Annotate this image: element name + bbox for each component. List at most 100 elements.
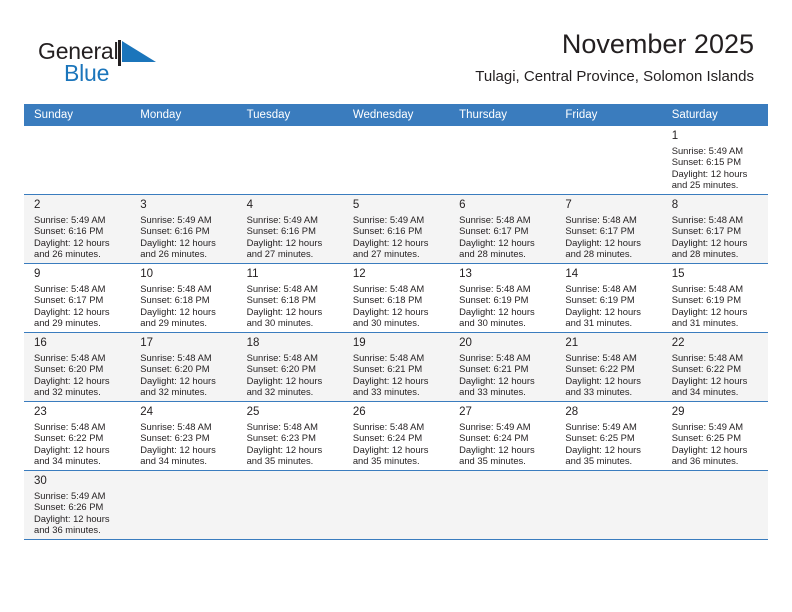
day-cell[interactable]: 12 Sunrise: 5:48 AM Sunset: 6:18 PM Dayli… [342, 263, 450, 333]
day-details: Sunrise: 5:48 AM Sunset: 6:18 PM Dayligh… [246, 283, 323, 329]
day-details: Sunrise: 5:48 AM Sunset: 6:22 PM Dayligh… [34, 421, 110, 467]
day-details: Sunrise: 5:48 AM Sunset: 6:19 PM Dayligh… [565, 283, 641, 329]
day-cell[interactable] [236, 126, 343, 195]
day-details: Sunrise: 5:48 AM Sunset: 6:17 PM Dayligh… [671, 214, 748, 260]
day-details: Sunrise: 5:49 AM Sunset: 6:24 PM Dayligh… [459, 421, 535, 467]
day-cell[interactable]: 25 Sunrise: 5:48 AM Sunset: 6:23 PM Dayli… [236, 401, 343, 471]
day-number [449, 471, 555, 476]
weekday-header-friday: Friday [555, 104, 662, 126]
day-number: 11 [246, 268, 259, 280]
calendar-week-row: 2 Sunrise: 5:49 AM Sunset: 6:16 PM Daylig… [24, 194, 768, 264]
day-cell[interactable]: 27 Sunrise: 5:49 AM Sunset: 6:24 PM Dayli… [449, 401, 556, 471]
day-cell[interactable] [342, 126, 450, 195]
day-number: 6 [459, 199, 466, 211]
day-cell[interactable] [555, 470, 662, 540]
day-cell[interactable] [449, 126, 556, 195]
day-cell[interactable]: 8 Sunrise: 5:48 AM Sunset: 6:17 PM Daylig… [661, 194, 768, 264]
day-details: Sunrise: 5:48 AM Sunset: 6:18 PM Dayligh… [352, 283, 429, 329]
day-cell[interactable]: 23 Sunrise: 5:48 AM Sunset: 6:22 PM Dayli… [24, 401, 131, 471]
day-number [449, 126, 555, 131]
weekday-header-thursday: Thursday [449, 104, 556, 126]
day-cell[interactable]: 15 Sunrise: 5:48 AM Sunset: 6:19 PM Dayli… [661, 263, 768, 333]
day-cell[interactable] [130, 126, 237, 195]
day-cell[interactable]: 2 Sunrise: 5:49 AM Sunset: 6:16 PM Daylig… [24, 194, 131, 264]
general-blue-logo[interactable]: General Blue [38, 38, 168, 90]
day-details: Sunrise: 5:48 AM Sunset: 6:23 PM Dayligh… [246, 421, 323, 467]
day-number: 7 [565, 199, 572, 211]
day-details: Sunrise: 5:48 AM Sunset: 6:19 PM Dayligh… [459, 283, 535, 329]
day-cell[interactable]: 9 Sunrise: 5:48 AM Sunset: 6:17 PM Daylig… [24, 263, 131, 333]
day-number: 18 [246, 337, 260, 349]
day-cell[interactable]: 24 Sunrise: 5:48 AM Sunset: 6:23 PM Dayli… [130, 401, 237, 471]
day-cell[interactable]: 13 Sunrise: 5:48 AM Sunset: 6:19 PM Dayli… [449, 263, 556, 333]
day-cell[interactable]: 10 Sunrise: 5:48 AM Sunset: 6:18 PM Dayli… [130, 263, 237, 333]
weekday-header-sunday: Sunday [24, 104, 131, 126]
day-cell[interactable]: 29 Sunrise: 5:49 AM Sunset: 6:25 PM Dayli… [661, 401, 768, 471]
day-details: Sunrise: 5:49 AM Sunset: 6:16 PM Dayligh… [352, 214, 429, 260]
day-cell[interactable] [24, 126, 131, 195]
calendar-week-row: 9 Sunrise: 5:48 AM Sunset: 6:17 PM Daylig… [24, 263, 768, 333]
day-cell[interactable]: 5 Sunrise: 5:49 AM Sunset: 6:16 PM Daylig… [342, 194, 450, 264]
day-cell[interactable]: 6 Sunrise: 5:48 AM Sunset: 6:17 PM Daylig… [449, 194, 556, 264]
day-number [237, 471, 343, 476]
day-cell[interactable]: 14 Sunrise: 5:48 AM Sunset: 6:19 PM Dayli… [555, 263, 662, 333]
day-cell[interactable]: 11 Sunrise: 5:48 AM Sunset: 6:18 PM Dayli… [236, 263, 343, 333]
logo-text-blue: Blue [64, 60, 110, 86]
day-details: Sunrise: 5:48 AM Sunset: 6:24 PM Dayligh… [352, 421, 429, 467]
day-number [555, 126, 661, 131]
day-number: 17 [140, 337, 154, 349]
calendar-table: Sunday Monday Tuesday Wednesday Thursday… [24, 104, 768, 540]
day-cell[interactable]: 1 Sunrise: 5:49 AM Sunset: 6:15 PM Daylig… [661, 126, 768, 195]
day-cell[interactable]: 19 Sunrise: 5:48 AM Sunset: 6:21 PM Dayli… [342, 332, 450, 402]
day-cell[interactable] [555, 126, 662, 195]
day-number [343, 126, 449, 131]
day-number: 14 [565, 268, 579, 280]
day-cell[interactable]: 18 Sunrise: 5:48 AM Sunset: 6:20 PM Dayli… [236, 332, 343, 402]
day-details: Sunrise: 5:49 AM Sunset: 6:16 PM Dayligh… [140, 214, 216, 260]
day-number: 16 [34, 337, 47, 349]
day-details: Sunrise: 5:48 AM Sunset: 6:21 PM Dayligh… [459, 352, 535, 398]
day-details: Sunrise: 5:48 AM Sunset: 6:20 PM Dayligh… [246, 352, 323, 398]
day-details: Sunrise: 5:49 AM Sunset: 6:16 PM Dayligh… [246, 214, 323, 260]
day-cell[interactable]: 3 Sunrise: 5:49 AM Sunset: 6:16 PM Daylig… [130, 194, 237, 264]
calendar-body: 1 Sunrise: 5:49 AM Sunset: 6:15 PM Daylig… [24, 126, 768, 540]
day-cell[interactable]: 22 Sunrise: 5:48 AM Sunset: 6:22 PM Dayli… [661, 332, 768, 402]
day-details: Sunrise: 5:48 AM Sunset: 6:17 PM Dayligh… [459, 214, 535, 260]
day-number: 22 [671, 337, 685, 349]
day-details: Sunrise: 5:48 AM Sunset: 6:22 PM Dayligh… [671, 352, 748, 398]
day-number: 30 [34, 475, 47, 487]
day-cell[interactable] [342, 470, 450, 540]
day-number: 10 [140, 268, 154, 280]
day-cell[interactable]: 4 Sunrise: 5:49 AM Sunset: 6:16 PM Daylig… [236, 194, 343, 264]
day-cell[interactable]: 30 Sunrise: 5:49 AM Sunset: 6:26 PM Dayli… [24, 470, 131, 540]
day-details: Sunrise: 5:49 AM Sunset: 6:25 PM Dayligh… [671, 421, 748, 467]
page-title: November 2025 [561, 29, 754, 59]
day-number: 3 [140, 199, 147, 211]
day-cell[interactable]: 28 Sunrise: 5:49 AM Sunset: 6:25 PM Dayli… [555, 401, 662, 471]
calendar-page: General Blue November 2025 Tulagi, Centr… [0, 0, 792, 612]
day-number: 9 [34, 268, 41, 280]
calendar-week-row: 1 Sunrise: 5:49 AM Sunset: 6:15 PM Daylig… [24, 126, 768, 195]
day-cell[interactable]: 17 Sunrise: 5:48 AM Sunset: 6:20 PM Dayli… [130, 332, 237, 402]
day-number: 23 [34, 406, 47, 418]
day-number [662, 471, 768, 476]
weekday-header-row: Sunday Monday Tuesday Wednesday Thursday… [24, 104, 768, 126]
day-cell[interactable]: 26 Sunrise: 5:48 AM Sunset: 6:24 PM Dayli… [342, 401, 450, 471]
day-cell[interactable] [130, 470, 237, 540]
day-cell[interactable] [661, 470, 768, 540]
day-details: Sunrise: 5:48 AM Sunset: 6:17 PM Dayligh… [565, 214, 641, 260]
day-cell[interactable]: 16 Sunrise: 5:48 AM Sunset: 6:20 PM Dayli… [24, 332, 131, 402]
calendar-week-row: 16 Sunrise: 5:48 AM Sunset: 6:20 PM Dayli… [24, 332, 768, 402]
weekday-header-wednesday: Wednesday [342, 104, 450, 126]
day-number: 19 [352, 337, 366, 349]
day-number: 1 [671, 130, 679, 142]
day-number: 4 [246, 199, 253, 211]
day-cell[interactable] [236, 470, 343, 540]
day-cell[interactable] [449, 470, 556, 540]
day-cell[interactable]: 20 Sunrise: 5:48 AM Sunset: 6:21 PM Dayli… [449, 332, 556, 402]
day-number: 5 [352, 199, 360, 211]
day-details: Sunrise: 5:48 AM Sunset: 6:21 PM Dayligh… [352, 352, 429, 398]
day-cell[interactable]: 21 Sunrise: 5:48 AM Sunset: 6:22 PM Dayli… [555, 332, 662, 402]
day-details: Sunrise: 5:49 AM Sunset: 6:26 PM Dayligh… [34, 490, 110, 536]
day-cell[interactable]: 7 Sunrise: 5:48 AM Sunset: 6:17 PM Daylig… [555, 194, 662, 264]
